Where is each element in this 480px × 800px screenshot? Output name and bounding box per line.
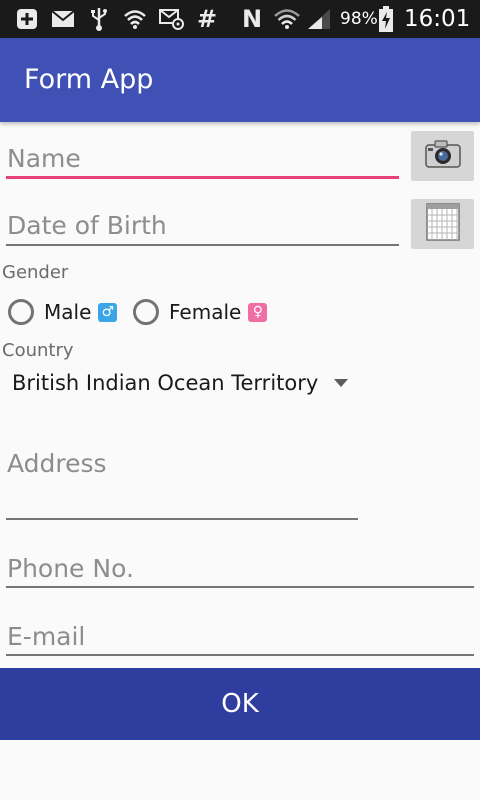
country-spinner[interactable]: British Indian Ocean Territory [12, 368, 349, 398]
address-underline [6, 518, 358, 520]
calendar-button[interactable] [411, 199, 474, 249]
hash-icon: # [196, 5, 218, 33]
wifi-icon [274, 6, 300, 32]
camera-button[interactable] [411, 131, 474, 181]
country-label: Country [2, 340, 74, 361]
address-input[interactable] [6, 449, 357, 515]
app-title: Form App [24, 64, 154, 95]
phone-input[interactable] [6, 550, 473, 586]
name-underline [6, 176, 399, 179]
ok-button-label: OK [221, 689, 259, 719]
gender-label: Gender [2, 262, 69, 283]
ok-button[interactable]: OK [0, 668, 480, 740]
dob-input[interactable] [6, 207, 399, 243]
phone-field[interactable] [6, 550, 473, 586]
female-symbol-icon: ♀ [248, 302, 268, 322]
name-input[interactable] [6, 140, 399, 176]
wifi-signal-icon [122, 6, 148, 32]
camera-icon [424, 140, 461, 172]
status-bar: # N 98% 16:01 [0, 0, 480, 38]
address-field[interactable] [6, 449, 357, 515]
radio-circle-female[interactable] [133, 299, 159, 325]
radio-circle-male[interactable] [8, 299, 34, 325]
calendar-icon [425, 203, 460, 245]
radio-male-label: Male [44, 300, 92, 324]
male-symbol-icon: ♂ [98, 302, 118, 322]
battery-charging-icon [378, 6, 394, 32]
dob-field[interactable] [6, 207, 399, 243]
mail-icon [50, 6, 76, 32]
cell-signal-icon [306, 6, 332, 32]
phone-underline [6, 586, 474, 588]
email-field[interactable] [6, 618, 473, 654]
name-field[interactable] [6, 140, 399, 176]
radio-male[interactable]: Male ♂ [8, 297, 118, 327]
clock: 16:01 [404, 6, 471, 32]
email-input[interactable] [6, 618, 473, 654]
email-at-icon [158, 6, 186, 32]
email-underline [6, 654, 474, 656]
usb-icon [88, 6, 110, 32]
battery-percent: 98% [340, 9, 378, 29]
dropdown-arrow-icon [334, 379, 349, 387]
nfc-n-icon: N [241, 5, 263, 33]
radio-female-label: Female [169, 300, 242, 324]
notification-plus-icon [14, 6, 40, 32]
app-bar: Form App [0, 38, 480, 122]
country-selected: British Indian Ocean Territory [12, 371, 319, 395]
radio-female[interactable]: Female ♀ [133, 297, 268, 327]
dob-underline [6, 244, 399, 246]
